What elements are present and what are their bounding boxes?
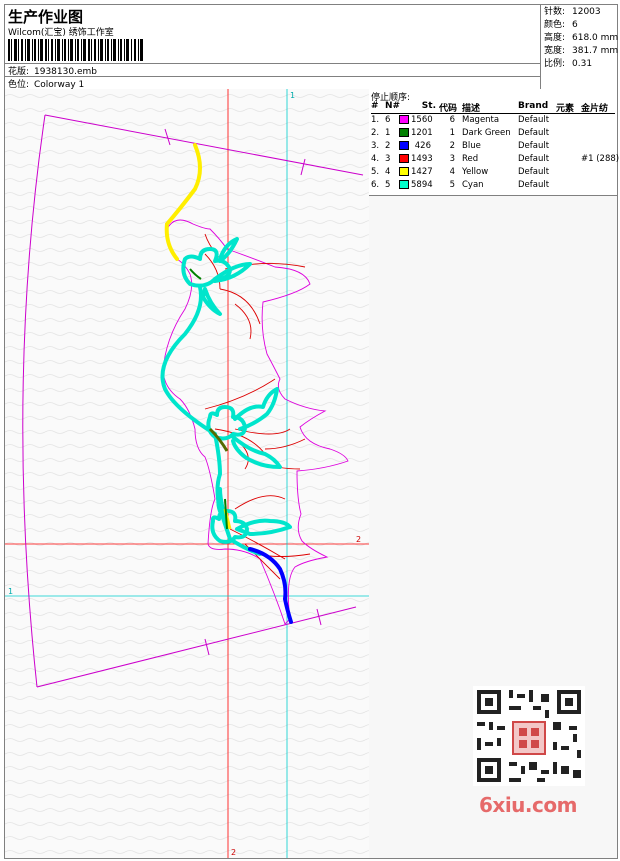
design-scale: 比例: 0.31 <box>544 59 593 69</box>
thread-brand: Default <box>518 128 550 138</box>
color-description: Red <box>462 154 479 164</box>
table-row: 6. 5 5894 5 Cyan Default <box>369 180 617 193</box>
guide-label: 2 <box>231 848 236 857</box>
table-row: 1. 6 1560 6 Magenta Default <box>369 115 617 128</box>
table-row: 4. 3 1493 3 Red Default #1 (288) <box>369 154 620 167</box>
guide-label: 1 <box>290 91 295 100</box>
needle-number: 1 <box>385 128 391 138</box>
barcode-icon <box>8 39 143 61</box>
divider <box>371 113 615 114</box>
needle-number: 3 <box>385 154 391 164</box>
column-header: # <box>371 101 379 111</box>
stitch-count: 针数: 12003 <box>544 7 601 17</box>
thread-brand: Default <box>518 115 550 125</box>
stitch-count: 1201 <box>411 128 433 138</box>
color-description: Blue <box>462 141 481 151</box>
design-height: 高度: 618.0 mm <box>544 33 619 43</box>
sequin: #1 (288) <box>581 154 620 164</box>
row-index: 5. <box>371 167 380 177</box>
embroidery-design-drawing: 1 1 2 2 <box>5 89 369 858</box>
color-swatch <box>399 115 409 124</box>
color-description: Magenta <box>462 115 500 125</box>
design-width: 宽度: 381.7 mm <box>544 46 619 56</box>
row-index: 2. <box>371 128 380 138</box>
guide-label: 2 <box>356 535 361 544</box>
thread-brand: Default <box>518 180 550 190</box>
row-index: 1. <box>371 115 380 125</box>
page-title: 生产作业图 <box>8 8 84 26</box>
software-name: Wilcom(汇宝) 绣饰工作室 <box>8 28 114 38</box>
color-swatch <box>399 180 409 189</box>
table-row: 3. 2 426 2 Blue Default <box>369 141 617 154</box>
needle-number: 4 <box>385 167 391 177</box>
column-header: N# <box>385 101 401 111</box>
color-swatch <box>399 167 409 176</box>
embroidery-preview[interactable]: 1 1 2 2 <box>5 89 370 858</box>
color-code: 2 <box>449 141 455 151</box>
thread-brand: Default <box>518 167 550 177</box>
divider <box>5 76 540 77</box>
design-stats: 针数: 12003 颜色: 6 高度: 618.0 mm 宽度: 381.7 mm 比例… <box>540 5 618 90</box>
thread-brand: Default <box>518 154 550 164</box>
color-code: 1 <box>449 128 455 138</box>
production-worksheet: 生产作业图 Wilcom(汇宝) 绣饰工作室 花版: 1938130.emb 色… <box>4 4 620 859</box>
stitch-count: 5894 <box>411 180 433 190</box>
table-row: 5. 4 1427 4 Yellow Default <box>369 167 617 180</box>
column-header: Brand <box>518 101 549 111</box>
color-description: Yellow <box>462 167 489 177</box>
stitch-count: 1560 <box>411 115 433 125</box>
color-swatch <box>399 128 409 137</box>
color-swatch <box>399 141 409 150</box>
stitch-count: 1427 <box>411 167 433 177</box>
color-code: 4 <box>449 167 455 177</box>
color-swatch <box>399 154 409 163</box>
color-code: 6 <box>449 115 455 125</box>
color-code: 5 <box>449 180 455 190</box>
stop-sequence-table: 停止顺序: # N# St. 代码 描述 Brand 元素 金片纺 1. 6 156… <box>369 89 620 196</box>
stitch-count: 426 <box>414 141 431 151</box>
watermark-logo: 6xiu.com <box>479 793 577 817</box>
header: 生产作业图 Wilcom(汇宝) 绣饰工作室 花版: 1938130.emb 色… <box>5 5 540 90</box>
color-description: Cyan <box>462 180 484 190</box>
needle-number: 5 <box>385 180 391 190</box>
table-row: 2. 1 1201 1 Dark Green Default <box>369 128 617 141</box>
color-description: Dark Green <box>462 128 511 138</box>
stitch-count: 1493 <box>411 154 433 164</box>
color-count: 颜色: 6 <box>544 20 578 30</box>
qr-code-icon <box>473 686 585 786</box>
row-index: 4. <box>371 154 380 164</box>
needle-number: 2 <box>385 141 391 151</box>
table-header: # N# St. 代码 描述 Brand 元素 金片纺 <box>369 101 617 114</box>
thread-brand: Default <box>518 141 550 151</box>
column-header: St. <box>421 101 436 111</box>
row-index: 3. <box>371 141 380 151</box>
guide-label: 1 <box>8 587 13 596</box>
row-index: 6. <box>371 180 380 190</box>
color-code: 3 <box>449 154 455 164</box>
needle-number: 6 <box>385 115 391 125</box>
